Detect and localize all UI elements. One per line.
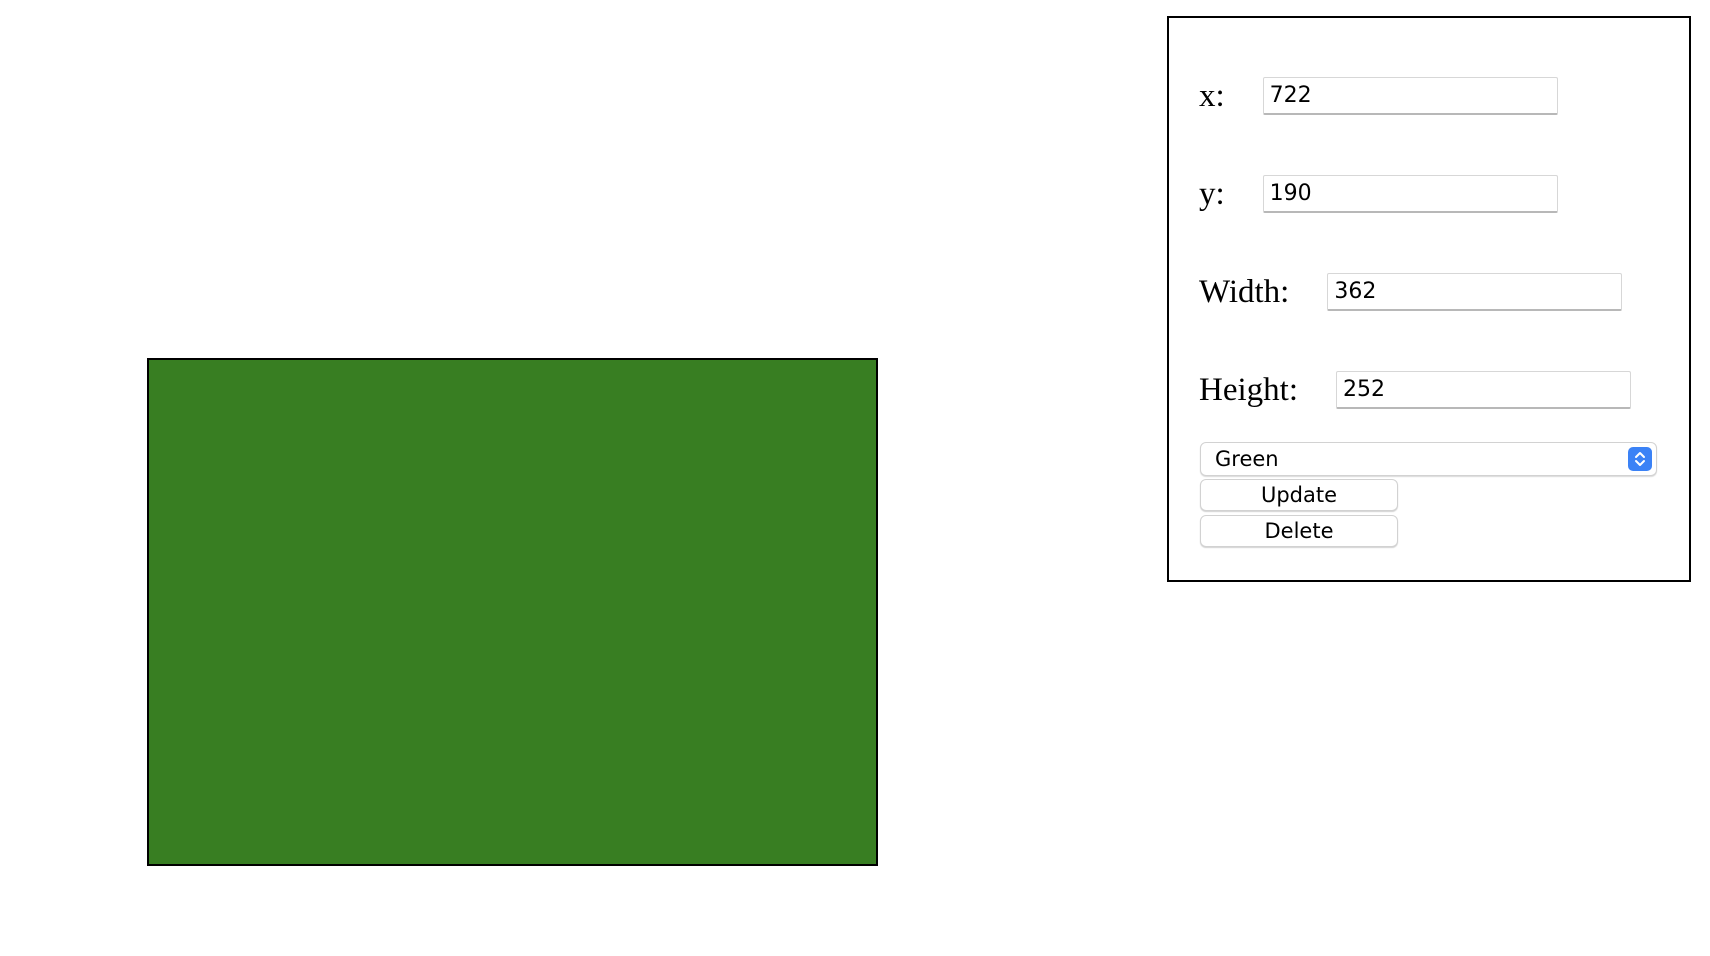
height-label: Height: xyxy=(1199,372,1298,408)
y-label: y: xyxy=(1199,176,1225,212)
x-input[interactable] xyxy=(1262,77,1558,115)
height-row: Height: xyxy=(1199,370,1631,410)
y-input[interactable] xyxy=(1262,175,1558,213)
green-rectangle-shape[interactable] xyxy=(147,358,878,866)
updown-chevron-icon xyxy=(1628,447,1652,471)
x-row: x: xyxy=(1199,76,1558,116)
width-input[interactable] xyxy=(1327,273,1623,311)
color-select-value: Green xyxy=(1215,447,1279,471)
width-row: Width: xyxy=(1199,272,1623,312)
y-row: y: xyxy=(1199,174,1558,214)
height-input[interactable] xyxy=(1335,371,1631,409)
width-label: Width: xyxy=(1199,274,1290,310)
delete-button[interactable]: Delete xyxy=(1200,515,1398,547)
update-button[interactable]: Update xyxy=(1200,479,1398,511)
drawing-canvas[interactable] xyxy=(0,0,1150,956)
color-select[interactable]: Green xyxy=(1200,442,1657,476)
x-label: x: xyxy=(1199,78,1225,114)
properties-panel: x: y: Width: Height: Green Update Delete xyxy=(1167,16,1691,582)
